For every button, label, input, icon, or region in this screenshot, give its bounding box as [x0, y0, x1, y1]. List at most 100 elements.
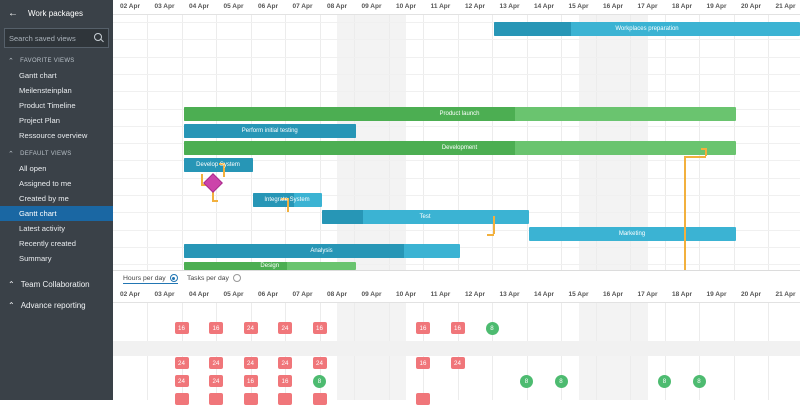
gantt-bar-analysis[interactable]: Analysis — [184, 244, 460, 258]
timeline-header: 02 Apr03 Apr04 Apr05 Apr06 Apr07 Apr08 A… — [113, 0, 800, 15]
hours-over-badge: 24 — [278, 322, 292, 334]
date-label: 03 Apr — [148, 288, 182, 302]
grid-line — [768, 0, 769, 400]
sidebar: ← Work packages Search saved views ⌃ FAV… — [0, 0, 113, 400]
hours-over-badge: 16 — [416, 357, 430, 369]
date-label: 21 Apr — [769, 0, 800, 14]
sidebar-item-product-timeline[interactable]: Product Timeline — [0, 98, 113, 113]
grid-line — [354, 0, 355, 400]
hours-over-badge — [278, 393, 292, 405]
default-views-header[interactable]: ⌃ DEFAULT VIEWS — [0, 147, 113, 161]
hours-over-badge: 16 — [313, 322, 327, 334]
sidebar-item-created-by-me[interactable]: Created by me — [0, 191, 113, 206]
date-label: 04 Apr — [182, 0, 216, 14]
date-label: 19 Apr — [700, 288, 734, 302]
gantt-bar-marketing[interactable]: Marketing — [529, 227, 736, 241]
sidebar-group-team-collaboration[interactable]: ⌃Team Collaboration — [0, 274, 113, 295]
grid-line — [147, 0, 148, 400]
gantt-bar-design[interactable]: Design — [184, 262, 357, 270]
date-label: 04 Apr — [182, 288, 216, 302]
bar-progress — [322, 210, 363, 224]
hours-over-badge: 24 — [244, 357, 258, 369]
date-label: 08 Apr — [320, 288, 354, 302]
date-label: 11 Apr — [424, 288, 458, 302]
hours-over-badge: 16 — [451, 322, 465, 334]
sidebar-item-ressource-overview[interactable]: Ressource overview — [0, 128, 113, 143]
hours-over-badge: 24 — [451, 357, 465, 369]
hours-over-badge: 16 — [278, 375, 292, 387]
sidebar-item-all-open[interactable]: All open — [0, 161, 113, 176]
grid-line — [527, 0, 528, 400]
gantt-bar-perform-initial-testing[interactable]: Perform initial testing — [184, 124, 357, 138]
date-label: 03 Apr — [148, 0, 182, 14]
hours-over-badge: 24 — [209, 375, 223, 387]
bar-label: Perform initial testing — [242, 128, 298, 134]
date-label: 20 Apr — [734, 288, 768, 302]
grid-line — [699, 0, 700, 400]
dependency-line — [493, 216, 495, 234]
grid-row-line — [113, 57, 800, 58]
favorite-views-header[interactable]: ⌃ FAVORITE VIEWS — [0, 54, 113, 68]
hours-over-badge: 16 — [209, 322, 223, 334]
chevron-up-icon: ⌃ — [8, 301, 15, 310]
gantt-bar-development[interactable]: Development — [184, 141, 736, 155]
search-icon[interactable] — [94, 33, 104, 43]
default-views-list: All openAssigned to meCreated by meGantt… — [0, 161, 113, 266]
bar-label: Workplaces preparation — [615, 26, 678, 32]
default-views-title: DEFAULT VIEWS — [20, 151, 71, 157]
resource-timeline-header: 02 Apr03 Apr04 Apr05 Apr06 Apr07 Apr08 A… — [113, 288, 800, 303]
hours-over-badge — [313, 393, 327, 405]
sidebar-item-meilensteinplan[interactable]: Meilensteinplan — [0, 83, 113, 98]
sidebar-item-assigned-to-me[interactable]: Assigned to me — [0, 176, 113, 191]
sidebar-item-latest-activity[interactable]: Latest activity — [0, 221, 113, 236]
grid-row-line — [113, 74, 800, 75]
sidebar-header[interactable]: ← Work packages — [0, 0, 113, 26]
hours-over-badge: 24 — [278, 357, 292, 369]
date-label: 16 Apr — [596, 288, 630, 302]
grid-line — [734, 0, 735, 400]
bar-label: Design — [260, 263, 279, 269]
gantt-bar-develop-system[interactable]: Develop System — [184, 158, 253, 172]
hours-over-badge: 16 — [244, 375, 258, 387]
sidebar-item-recently-created[interactable]: Recently created — [0, 236, 113, 251]
grid-line — [423, 0, 424, 400]
bar-label: Development — [442, 145, 477, 151]
tab-tasks-label: Tasks per day — [187, 275, 229, 282]
sidebar-groups: ⌃Team Collaboration⌃Advance reporting — [0, 274, 113, 316]
favorite-views-title: FAVORITE VIEWS — [20, 58, 74, 64]
tab-tasks-per-day[interactable]: Tasks per day — [187, 274, 241, 282]
date-label: 20 Apr — [734, 0, 768, 14]
back-arrow-icon[interactable]: ← — [8, 8, 20, 19]
sidebar-item-gantt-chart[interactable]: Gantt chart — [0, 68, 113, 83]
date-label: 14 Apr — [527, 0, 561, 14]
hours-over-badge: 24 — [244, 322, 258, 334]
date-label: 13 Apr — [493, 288, 527, 302]
bar-progress — [494, 22, 571, 36]
resource-tabs: Hours per day Tasks per day — [113, 270, 800, 289]
date-label: 02 Apr — [113, 0, 147, 14]
hours-over-badge — [209, 393, 223, 405]
radio-icon — [170, 274, 178, 282]
chevron-up-icon: ⌃ — [8, 57, 14, 65]
bar-label: Integrate System — [264, 197, 309, 203]
gantt-bar-product-launch[interactable]: Product launch — [184, 107, 736, 121]
sidebar-item-summary[interactable]: Summary — [0, 251, 113, 266]
gantt-bar-workplaces-preparation[interactable]: Workplaces preparation — [494, 22, 800, 36]
milestone-diamond[interactable] — [203, 173, 223, 193]
sidebar-item-project-plan[interactable]: Project Plan — [0, 113, 113, 128]
date-label: 11 Apr — [424, 0, 458, 14]
sidebar-group-advance-reporting[interactable]: ⌃Advance reporting — [0, 295, 113, 316]
bar-label: Analysis — [310, 248, 332, 254]
tab-hours-per-day[interactable]: Hours per day — [123, 274, 178, 284]
gantt-bar-test[interactable]: Test — [322, 210, 529, 224]
grid-row-line — [113, 91, 800, 92]
date-label: 15 Apr — [562, 0, 596, 14]
grid-line — [630, 0, 631, 400]
date-label: 13 Apr — [493, 0, 527, 14]
sidebar-item-gantt-chart[interactable]: Gantt chart — [0, 206, 113, 221]
tab-hours-label: Hours per day — [123, 275, 166, 282]
dependency-line — [487, 234, 494, 236]
search-saved-views-input[interactable]: Search saved views — [4, 28, 109, 48]
hours-over-badge — [416, 393, 430, 405]
date-label: 02 Apr — [113, 288, 147, 302]
